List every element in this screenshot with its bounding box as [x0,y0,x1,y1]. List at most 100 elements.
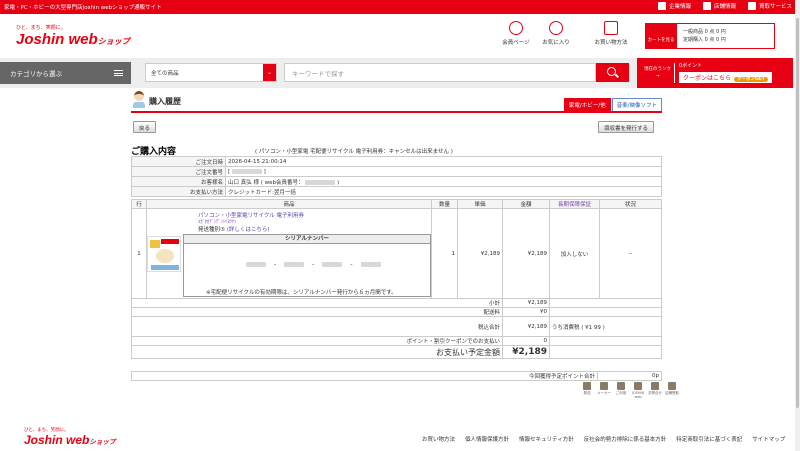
buyback-icon [747,2,756,10]
earned-points-label: 今回獲得予定ポイント合計 [131,371,598,381]
service-icons: 発送 メーカー ご利用 JOSHIN web お問合せ 店舗受取 [580,382,679,399]
site-logo[interactable]: ひと、まち、笑顔に。 Joshin webショップ [16,24,130,48]
order-date-label: ご注文日時 [131,156,226,167]
product-name-link[interactable]: パソコン・小型家電リサイクル 電子利用券 [198,211,429,219]
history-tabs: 家電/ホビー/他 音楽/映像ソフト [563,98,662,111]
inquiry-service-icon[interactable]: お問合せ [648,382,662,399]
scrollbar-thumb[interactable] [796,18,799,408]
points-value: 0ポイント [679,63,703,69]
corporate-link[interactable]: 企業情報 [657,2,691,10]
search-input[interactable]: キーワードで探す [284,63,596,82]
points-panel: 現在のランク → 0ポイント クーポンはこちら クーポンGET [637,58,793,88]
amount-value: ¥2,189 [502,208,550,299]
favorites-button[interactable]: お気に入り [534,21,578,46]
payment-due-label: お支払い予定金額 [131,345,503,359]
member-number-label: ( web会員番号： [260,179,304,186]
order-date-value: 2026-04-15 21:00:14 [225,156,662,167]
warranty-value: 加入しない [549,208,600,299]
top-links: 企業情報 店舗情報 買取サービス [657,2,792,10]
footer-link-commerce-law[interactable]: 特定商取引法に基づく表記 [676,435,742,443]
payment-method-label: お支払い方法 [131,186,226,197]
col-header-amount: 金額 [502,199,550,209]
subtotal-label: 小計 [131,298,503,308]
top-bar: 家電・PC・ホビーの大型専門店Joshin webショップ通販サイト 企業情報 … [0,0,800,14]
store-pickup-service-icon[interactable]: 店舗受取 [665,382,679,399]
row-number: 1 [131,208,147,299]
earned-points-value: 0p [597,371,662,381]
tab-music-video[interactable]: 音楽/映像ソフト [611,98,662,111]
coupon-link[interactable]: クーポンはこちら クーポンGET [679,72,772,83]
col-header-product: 商品 [146,199,432,209]
footer-link-privacy[interactable]: 個人情報保護方針 [465,435,509,443]
payment-due-value: ¥2,189 [502,345,550,359]
points-payment-value: 0 [502,336,550,346]
footer-link-security[interactable]: 情報セキュリティ方針 [519,435,574,443]
serial-number-box: シリアルナンバー - - - ※宅配便リサイクルの有効期限は、シリアルナンバー発… [183,234,431,297]
col-header-row: 行 [131,199,147,209]
col-header-warranty[interactable]: 長期保障保証 [549,199,600,209]
payment-method-value: クレジットカード:翌月一括 [225,186,662,197]
logo-text: Joshin webショップ [16,31,130,48]
hamburger-icon [114,70,123,76]
rank-link[interactable]: 現在のランク → [641,63,675,83]
footer-link-how-to-buy[interactable]: お買い物方法 [422,435,455,443]
customer-name-value: 山口 真弘 様 [228,179,259,186]
page-title-block: 購入履歴 家電/ホビー/他 音楽/映像ソフト [131,90,662,113]
status-value: -- [599,208,662,299]
maker-service-icon[interactable]: メーカー [597,382,611,399]
joshin-web-service-icon[interactable]: JOSHIN web [631,382,645,399]
col-header-unit-price: 単価 [457,199,503,209]
footer-link-antisocial[interactable]: 反社会的勢力排除に係る基本方針 [584,435,667,443]
footer-link-sitemap[interactable]: サイトマップ [752,435,785,443]
customer-name-label: お客様名 [131,176,226,187]
order-number-label: ご注文番号 [131,166,226,177]
search-icon [607,67,616,76]
tax-breakdown: うち消費税 ( ¥1 99 ) [549,316,662,337]
serial-note: ※宅配便リサイクルの有効期限は、シリアルナンバー発行から６ヵ月間です。 [206,290,397,296]
cart-subscription-count: 定期購入 0 点 0 円 [683,37,726,43]
tax-total-label: 税込合計 [131,316,503,337]
category-menu-button[interactable]: カテゴリから選ぶ [0,62,131,84]
book-icon [604,21,618,35]
search-nav: カテゴリから選ぶ 全ての商品 ⌄ キーワードで探す 現在のランク → 0ポイント… [0,58,800,88]
buyback-link[interactable]: 買取サービス [747,2,792,10]
back-button[interactable]: 戻る [133,121,157,133]
issue-receipt-button[interactable]: 領収書を発行する [598,121,655,133]
member-page-button[interactable]: 会員ページ [494,21,538,46]
totals-table: 小計 ¥2,189 配送料 ¥0 税込合計 ¥2,189 うち消費税 ( ¥1 … [131,298,662,359]
details-link[interactable]: (詳しくはこちら) [227,227,270,233]
tab-home-hobby[interactable]: 家電/ホビー/他 [563,98,611,111]
user-icon [509,21,523,35]
order-info-table: ご注文日時 2026-04-15 21:00:14 ご注文番号 [ ] お客様名… [131,156,662,197]
cart-general-count: 一般商品 0 点 0 円 [683,29,726,35]
product-thumbnail[interactable] [147,236,181,272]
earned-points-table: 今回獲得予定ポイント合計 0p [131,371,662,381]
cart-label: カートを見る [647,38,675,43]
unit-price-value: ¥2,189 [457,208,503,299]
category-select[interactable]: 全ての商品 ⌄ [145,63,277,82]
col-header-qty: 数量 [431,199,458,209]
store-link[interactable]: 店舗情報 [702,2,736,10]
order-number-value: [ ] [225,166,662,177]
shipping-service-icon[interactable]: 発送 [580,382,594,399]
customer-name-row: 山口 真弘 様 ( web会員番号： ) [225,176,662,187]
chevron-down-icon: ⌄ [263,64,276,81]
usage-service-icon[interactable]: ご利用 [614,382,628,399]
logo-tagline: ひと、まち、笑顔に。 [16,25,66,31]
site-header: ひと、まち、笑顔に。 Joshin webショップ 会員ページ お気に入り お買… [0,14,800,58]
cart-button[interactable]: カートを見る [645,23,677,49]
coupon-badge: クーポンGET [734,77,768,82]
serial-number-value: - - - [246,261,381,268]
subtotal-value: ¥2,189 [502,298,550,308]
site-tagline: 家電・PC・ホビーの大型専門店Joshin webショップ通販サイト [4,5,162,11]
scrollbar[interactable] [795,0,800,451]
store-icon [702,2,711,10]
page-title: 購入履歴 [149,97,181,106]
footer-links: お買い物方法 個人情報保護方針 情報セキュリティ方針 反社会的勢力排除に係る基本… [422,435,785,443]
heart-icon [549,21,563,35]
how-to-buy-button[interactable]: お買い物方法 [589,21,633,46]
search-button[interactable] [596,63,629,82]
footer-logo[interactable]: ひと、まち、笑顔に。 Joshin webショップ [24,427,115,447]
col-header-status: 状況 [599,199,662,209]
tax-total-value: ¥2,189 [502,316,550,337]
